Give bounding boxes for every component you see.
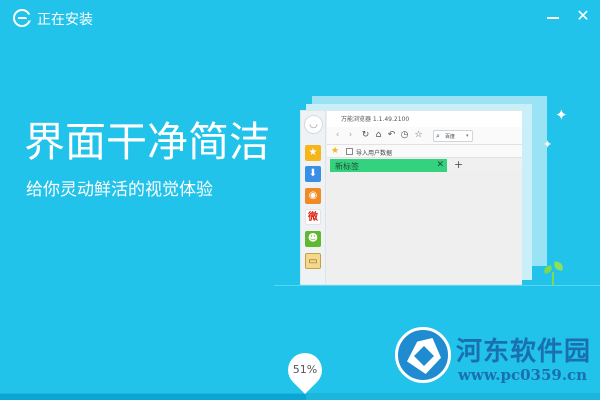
chat-icon: ☻ [305, 231, 321, 247]
preview-bookmark-bar: ★ 导入用户数据 [327, 145, 522, 158]
preview-tab-new: 新标签 ✕ [330, 159, 447, 172]
preview-toolbar: ‹ › ↻ ⌂ ↶ ◷ ☆ ⌕ 百度 ▾ [327, 127, 522, 145]
sparkle-icon: ✦ [555, 106, 568, 124]
progress-percent: 51% [292, 363, 318, 376]
checkbox-icon [346, 148, 353, 155]
close-button[interactable]: ✕ [573, 6, 593, 26]
watermark-name: 河东软件园 [456, 337, 592, 367]
sprout-icon [552, 272, 554, 285]
back-icon: ‹ [335, 130, 340, 140]
ground-line [274, 285, 600, 286]
preview-sidebar: ◡ ★ ⬇ ◉ 微 ☻ ▭ [301, 111, 326, 284]
import-data-label: 导入用户数据 [356, 150, 393, 157]
refresh-icon: ↻ [361, 130, 370, 140]
sprout-leaf-icon [553, 261, 564, 271]
history-icon: ◷ [400, 130, 409, 140]
note-icon: ▭ [305, 253, 321, 269]
avatar-icon: ◡ [304, 115, 323, 134]
rss-icon: ◉ [305, 188, 321, 204]
progress-fill [0, 394, 306, 400]
window-title: 正在安装 [37, 12, 93, 28]
preview-title: 万能浏览器 1.1.49.2100 [341, 116, 410, 123]
new-tab-icon: + [454, 158, 464, 171]
title-bar: 正在安装 ✕ [0, 0, 600, 34]
preview-tab-bar: 新标签 ✕ + [327, 158, 522, 172]
sparkle-icon: ✦ [543, 138, 553, 151]
chevron-down-icon: ▾ [466, 133, 469, 139]
bookmark-star-icon: ★ [331, 146, 340, 156]
browser-preview: ◡ ★ ⬇ ◉ 微 ☻ ▭ 万能浏览器 1.1.49.2100 ‹ › ↻ ⌂ … [300, 110, 522, 285]
undo-icon: ↶ [387, 130, 396, 140]
tab-label: 新标签 [335, 162, 359, 171]
preview-search-box: ⌕ 百度 ▾ [433, 130, 473, 142]
headline: 界面干净简洁 [24, 118, 270, 166]
star-icon: ★ [305, 145, 321, 161]
preview-titlebar: 万能浏览器 1.1.49.2100 [327, 111, 522, 127]
minimize-button[interactable] [544, 8, 562, 26]
download-icon: ⬇ [305, 166, 321, 182]
forward-icon: › [348, 130, 353, 140]
watermark-url: www.pc0359.cn [458, 366, 588, 384]
weibo-icon: 微 [305, 209, 321, 225]
app-logo-icon [13, 9, 31, 27]
tab-close-icon: ✕ [436, 160, 444, 170]
search-engine-label: 百度 [445, 134, 456, 140]
home-icon: ⌂ [375, 130, 382, 140]
watermark-logo-icon [395, 327, 451, 383]
search-icon: ⌕ [436, 132, 440, 140]
preview-content-area [327, 172, 522, 284]
favorite-icon: ☆ [414, 130, 423, 140]
subheadline: 给你灵动鲜活的视觉体验 [26, 180, 213, 200]
